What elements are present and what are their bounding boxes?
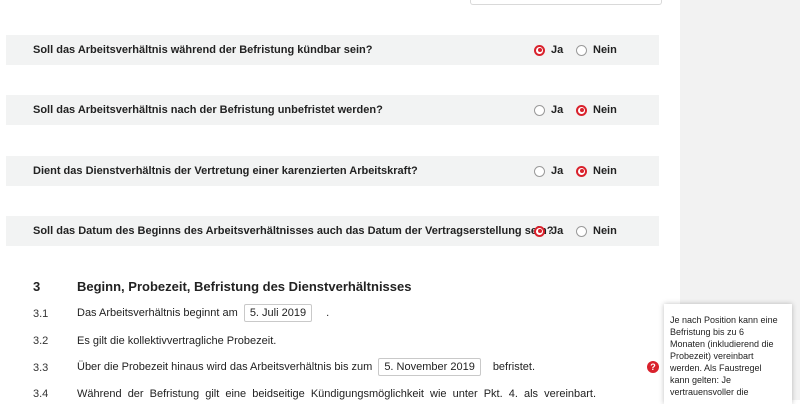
option-label: Ja [551, 225, 564, 237]
item-number: 3.2 [33, 335, 49, 347]
item-probation: Es gilt die kollektivvertragliche Probez… [77, 335, 276, 347]
radio-nein-selected[interactable] [576, 104, 587, 116]
option-ja[interactable]: Ja [534, 225, 563, 237]
question-text: Dient das Dienstverhältnis der Vertretun… [33, 165, 418, 177]
help-tooltip: Je nach Position kann eine Befristung bi… [664, 304, 792, 404]
question-row-unlimited: Soll das Arbeitsverhältnis nach der Befr… [6, 95, 659, 125]
option-label: Nein [593, 104, 617, 116]
question-row-start-date: Soll das Datum des Beginns des Arbeitsve… [6, 216, 659, 246]
tooltip-line: kann gelten: Je [670, 375, 732, 385]
option-label: Nein [593, 225, 617, 237]
item-text: Über die Probezeit hinaus wird das Arbei… [77, 361, 373, 373]
radio-nein[interactable] [576, 44, 587, 56]
radio-ja[interactable] [534, 165, 545, 177]
tooltip-line: werden. Als Faustregel [670, 363, 762, 373]
start-date-field[interactable]: 5. Juli 2019 [243, 304, 313, 322]
option-label: Ja [551, 104, 564, 116]
option-nein[interactable]: Nein [576, 44, 617, 56]
item-text-after: befristet. [492, 361, 535, 373]
item-text: Es gilt die kollektivvertragliche Probez… [77, 335, 277, 347]
option-ja[interactable]: Ja [534, 104, 563, 116]
section-title: Beginn, Probezeit, Befristung des Dienst… [77, 279, 412, 294]
radio-ja-selected[interactable] [534, 225, 545, 237]
question-text: Soll das Datum des Beginns des Arbeitsve… [33, 225, 554, 237]
option-label: Nein [593, 44, 617, 56]
item-end-date: Über die Probezeit hinaus wird das Arbei… [77, 358, 535, 376]
question-row-termination: Soll das Arbeitsverhältnis während der B… [6, 35, 659, 65]
radio-ja-selected[interactable] [534, 44, 545, 56]
option-label: Ja [551, 165, 564, 177]
option-nein[interactable]: Nein [576, 165, 617, 177]
option-label: Nein [593, 165, 617, 177]
tooltip-line: vertrauensvoller die [670, 387, 749, 397]
radio-nein[interactable] [576, 225, 587, 237]
end-date-field[interactable]: 5. November 2019 [378, 358, 481, 376]
item-mutual-termination: Während der Befristung gilt eine beidsei… [77, 388, 596, 400]
option-ja[interactable]: Ja [534, 165, 563, 177]
question-row-substitution: Dient das Dienstverhältnis der Vertretun… [6, 156, 659, 186]
tooltip-line: Je nach Position kann eine [670, 315, 778, 325]
item-text-after: . [326, 307, 330, 319]
tooltip-line: Monaten (inkludierend die [670, 339, 774, 349]
item-number: 3.3 [33, 362, 49, 374]
question-text: Soll das Arbeitsverhältnis während der B… [33, 44, 373, 56]
section-number: 3 [33, 279, 41, 294]
item-number: 3.1 [33, 308, 49, 320]
radio-nein-selected[interactable] [576, 165, 587, 177]
item-number: 3.4 [33, 388, 49, 400]
option-ja[interactable]: Ja [534, 44, 563, 56]
tooltip-line: Probezeit) vereinbart [670, 351, 754, 361]
item-start-date: Das Arbeitsverhältnis beginnt am 5. Juli… [77, 304, 329, 322]
item-text: Das Arbeitsverhältnis beginnt am [77, 307, 238, 319]
top-cut-field[interactable] [470, 0, 662, 5]
option-nein[interactable]: Nein [576, 104, 617, 116]
item-text: Während der Befristung gilt eine beidsei… [77, 388, 597, 400]
question-text: Soll das Arbeitsverhältnis nach der Befr… [33, 104, 383, 116]
option-label: Ja [551, 44, 564, 56]
option-nein[interactable]: Nein [576, 225, 617, 237]
help-icon[interactable]: ? [647, 361, 659, 373]
radio-ja[interactable] [534, 104, 545, 116]
tooltip-line: Befristung bis zu 6 [670, 327, 745, 337]
